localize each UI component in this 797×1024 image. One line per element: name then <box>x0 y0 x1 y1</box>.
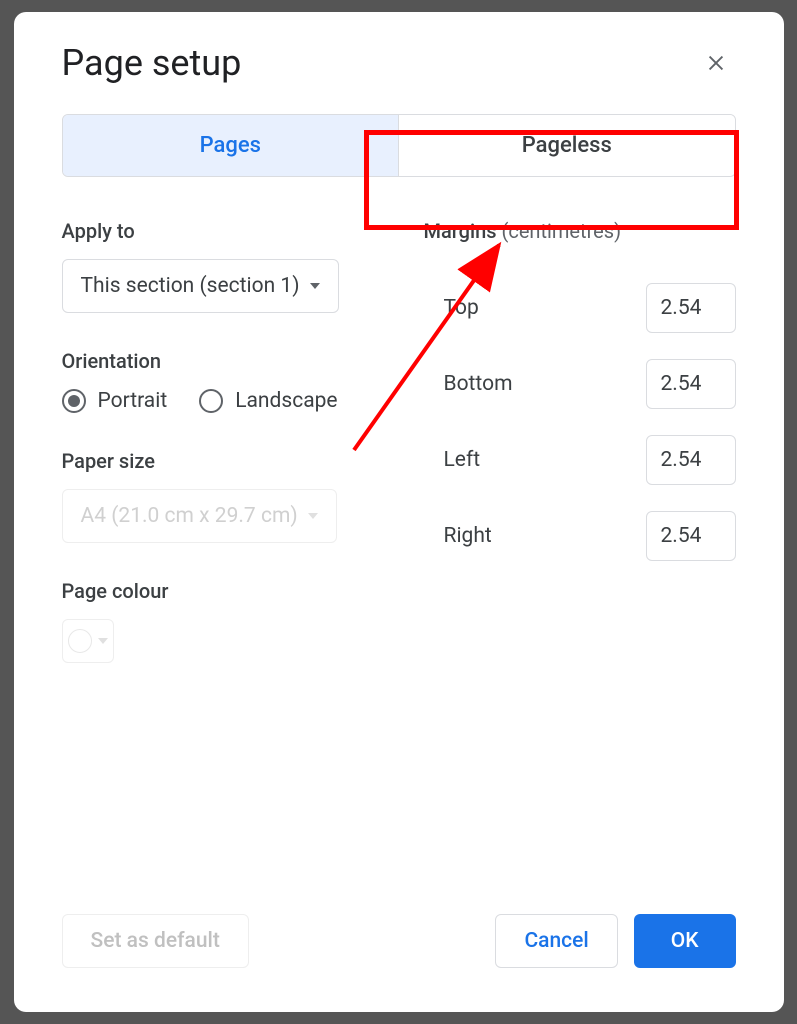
colour-swatch-icon <box>68 629 92 653</box>
radio-landscape[interactable]: Landscape <box>199 389 337 413</box>
chevron-down-icon <box>310 283 320 289</box>
paper-size-value: A4 (21.0 cm x 29.7 cm) <box>81 504 298 528</box>
margins-grid: Top Bottom Left Right <box>424 259 736 561</box>
radio-icon <box>62 389 86 413</box>
ok-button[interactable]: OK <box>634 914 736 968</box>
margin-bottom-label: Bottom <box>444 372 513 396</box>
page-setup-dialog: Page setup Pages Pageless Apply to This … <box>14 12 784 1012</box>
apply-to-label: Apply to <box>62 219 374 243</box>
close-button[interactable] <box>696 43 736 83</box>
margin-bottom-input[interactable] <box>646 359 736 409</box>
orientation-section: Orientation Portrait Landscape <box>62 349 374 413</box>
set-as-default-button: Set as default <box>62 914 249 968</box>
margin-top-input[interactable] <box>646 283 736 333</box>
cancel-button[interactable]: Cancel <box>495 914 617 968</box>
landscape-label: Landscape <box>235 389 337 413</box>
margin-bottom-row: Bottom <box>444 359 736 409</box>
orientation-label: Orientation <box>62 349 374 373</box>
tab-pageless[interactable]: Pageless <box>398 115 735 176</box>
apply-to-dropdown[interactable]: This section (section 1) <box>62 259 339 313</box>
margin-top-row: Top <box>444 283 736 333</box>
margin-top-label: Top <box>444 296 479 320</box>
left-column: Apply to This section (section 1) Orient… <box>62 219 374 699</box>
margin-right-input[interactable] <box>646 511 736 561</box>
margin-right-label: Right <box>444 524 492 548</box>
radio-portrait[interactable]: Portrait <box>62 389 168 413</box>
paper-size-label: Paper size <box>62 449 374 473</box>
close-icon <box>705 52 727 74</box>
radio-icon <box>199 389 223 413</box>
portrait-label: Portrait <box>98 389 168 413</box>
dialog-header: Page setup <box>62 42 736 84</box>
paper-size-section: Paper size A4 (21.0 cm x 29.7 cm) <box>62 449 374 543</box>
paper-size-dropdown: A4 (21.0 cm x 29.7 cm) <box>62 489 337 543</box>
footer-right: Cancel OK <box>495 914 735 968</box>
page-colour-label: Page colour <box>62 579 374 603</box>
margin-right-row: Right <box>444 511 736 561</box>
dialog-footer: Set as default Cancel OK <box>62 914 736 968</box>
orientation-radios: Portrait Landscape <box>62 389 374 413</box>
tabs: Pages Pageless <box>62 114 736 177</box>
margin-left-row: Left <box>444 435 736 485</box>
chevron-down-icon <box>98 638 108 644</box>
margins-text: Margins <box>424 219 497 243</box>
page-colour-section: Page colour <box>62 579 374 663</box>
dialog-title: Page setup <box>62 42 242 84</box>
apply-to-section: Apply to This section (section 1) <box>62 219 374 313</box>
apply-to-value: This section (section 1) <box>81 274 300 298</box>
margin-left-label: Left <box>444 448 481 472</box>
margin-left-input[interactable] <box>646 435 736 485</box>
chevron-down-icon <box>308 513 318 519</box>
page-colour-picker <box>62 619 114 663</box>
dialog-content: Apply to This section (section 1) Orient… <box>62 219 736 699</box>
margins-label: Margins (centimetres) <box>424 219 736 243</box>
tab-pages[interactable]: Pages <box>63 115 399 176</box>
margins-unit: (centimetres) <box>502 219 622 243</box>
right-column: Margins (centimetres) Top Bottom Left Ri… <box>424 219 736 699</box>
